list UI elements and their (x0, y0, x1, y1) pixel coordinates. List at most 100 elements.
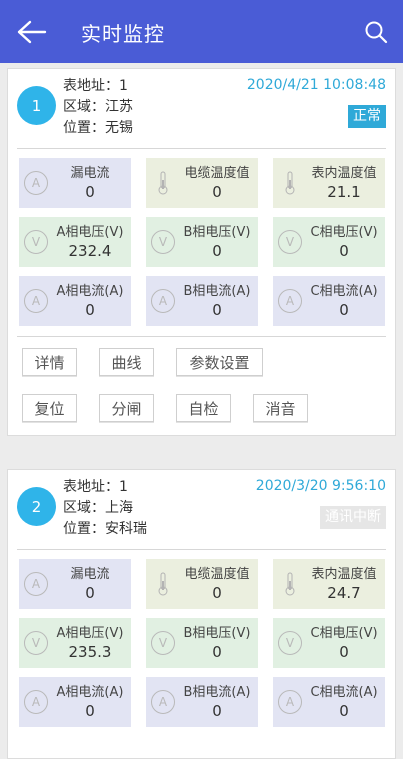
reading-label: B相电压(V) (183, 626, 251, 641)
meter-index-badge: 1 (17, 86, 56, 125)
reading-tile[interactable]: V B相电压(V) 0 (146, 618, 258, 668)
reading-tile[interactable]: V C相电压(V) 0 (273, 618, 385, 668)
reading-value: 21.1 (327, 183, 361, 201)
reading-label: A相电压(V) (56, 225, 124, 240)
address-value: 1 (119, 479, 128, 495)
update-time: 2020/4/21 10:08:48 (246, 77, 386, 93)
page-title: 实时监控 (81, 22, 165, 46)
reading-tile[interactable]: V C相电压(V) 0 (273, 217, 385, 267)
details-button[interactable]: 详情 (22, 348, 77, 376)
ampere-icon: A (24, 289, 48, 313)
reading-value: 0 (212, 643, 222, 661)
reading-value: 0 (85, 301, 95, 319)
reading-label: 电缆温度值 (184, 166, 250, 181)
reading-value: 0 (85, 183, 95, 201)
reset-button[interactable]: 复位 (22, 394, 77, 422)
voltage-icon: V (151, 631, 175, 655)
reading-tile[interactable]: A C相电流(A) 0 (273, 276, 385, 326)
address-label: 表地址： (63, 78, 119, 94)
reading-label: C相电流(A) (310, 685, 378, 700)
divider (17, 549, 386, 550)
reading-label: 电缆温度值 (184, 567, 250, 582)
ampere-icon: A (278, 289, 302, 313)
divider (17, 148, 386, 149)
reading-label: B相电流(A) (183, 284, 251, 299)
reading-tile[interactable]: A B相电流(A) 0 (146, 276, 258, 326)
curve-button[interactable]: 曲线 (99, 348, 154, 376)
mute-button[interactable]: 消音 (253, 394, 308, 422)
status-badge: 通讯中断 (320, 506, 386, 529)
reading-label: 表内温度值 (311, 567, 377, 582)
reading-tile[interactable]: 表内温度值 21.1 (273, 158, 385, 208)
region-value: 上海 (105, 500, 133, 516)
reading-value: 0 (212, 183, 222, 201)
region-label: 区域： (63, 500, 105, 516)
ampere-icon: A (24, 690, 48, 714)
reading-label: C相电压(V) (310, 626, 378, 641)
reading-value: 232.4 (68, 242, 112, 260)
reading-tile[interactable]: A C相电流(A) 0 (273, 677, 385, 727)
reading-tile[interactable]: 表内温度值 24.7 (273, 559, 385, 609)
back-arrow-icon[interactable] (14, 18, 48, 46)
address-label: 表地址： (63, 479, 119, 495)
reading-label: B相电流(A) (183, 685, 251, 700)
address-value: 1 (119, 78, 128, 94)
meter-info: 表地址：1 区域：上海 位置：安科瑞 (63, 477, 147, 540)
reading-value: 0 (212, 584, 222, 602)
thermometer-icon (285, 171, 295, 195)
voltage-icon: V (24, 230, 48, 254)
meter-card: 2 表地址：1 区域：上海 位置：安科瑞 2020/3/20 9:56:10 通… (7, 469, 396, 759)
reading-label: 漏电流 (70, 567, 110, 582)
reading-label: A相电流(A) (56, 284, 124, 299)
meter-index-badge: 2 (17, 487, 56, 526)
reading-value: 235.3 (68, 643, 112, 661)
search-icon[interactable] (364, 20, 388, 44)
region-value: 江苏 (105, 99, 133, 115)
location-value: 安科瑞 (105, 521, 147, 537)
location-value: 无锡 (105, 120, 133, 136)
reading-value: 24.7 (327, 584, 361, 602)
reading-value: 0 (212, 242, 222, 260)
voltage-icon: V (278, 631, 302, 655)
self-test-button[interactable]: 自检 (176, 394, 231, 422)
reading-tile[interactable]: A B相电流(A) 0 (146, 677, 258, 727)
trip-button[interactable]: 分闸 (99, 394, 154, 422)
reading-value: 0 (212, 702, 222, 720)
reading-label: A相电压(V) (56, 626, 124, 641)
status-badge: 正常 (348, 105, 386, 128)
ampere-icon: A (151, 690, 175, 714)
thermometer-icon (158, 572, 168, 596)
ampere-icon: A (278, 690, 302, 714)
reading-label: A相电流(A) (56, 685, 124, 700)
reading-tile[interactable]: A 漏电流 0 (19, 158, 131, 208)
voltage-icon: V (24, 631, 48, 655)
update-time: 2020/3/20 9:56:10 (255, 478, 386, 494)
thermometer-icon (158, 171, 168, 195)
reading-value: 0 (212, 301, 222, 319)
reading-tile[interactable]: A A相电流(A) 0 (19, 276, 131, 326)
location-label: 位置： (63, 120, 105, 136)
reading-value: 0 (85, 584, 95, 602)
meter-info: 表地址：1 区域：江苏 位置：无锡 (63, 76, 133, 139)
app-header: 实时监控 (0, 0, 403, 63)
reading-label: B相电压(V) (183, 225, 251, 240)
reading-label: C相电流(A) (310, 284, 378, 299)
reading-tile[interactable]: V B相电压(V) 0 (146, 217, 258, 267)
reading-tile[interactable]: 电缆温度值 0 (146, 559, 258, 609)
voltage-icon: V (278, 230, 302, 254)
ampere-icon: A (24, 171, 48, 195)
region-label: 区域： (63, 99, 105, 115)
ampere-icon: A (24, 572, 48, 596)
reading-tile[interactable]: V A相电压(V) 235.3 (19, 618, 131, 668)
reading-value: 0 (85, 702, 95, 720)
reading-tile[interactable]: A 漏电流 0 (19, 559, 131, 609)
reading-tile[interactable]: 电缆温度值 0 (146, 158, 258, 208)
parameter-settings-button[interactable]: 参数设置 (176, 348, 263, 376)
reading-value: 0 (339, 242, 349, 260)
reading-label: C相电压(V) (310, 225, 378, 240)
reading-tile[interactable]: V A相电压(V) 232.4 (19, 217, 131, 267)
reading-tile[interactable]: A A相电流(A) 0 (19, 677, 131, 727)
location-label: 位置： (63, 521, 105, 537)
reading-label: 漏电流 (70, 166, 110, 181)
reading-label: 表内温度值 (311, 166, 377, 181)
